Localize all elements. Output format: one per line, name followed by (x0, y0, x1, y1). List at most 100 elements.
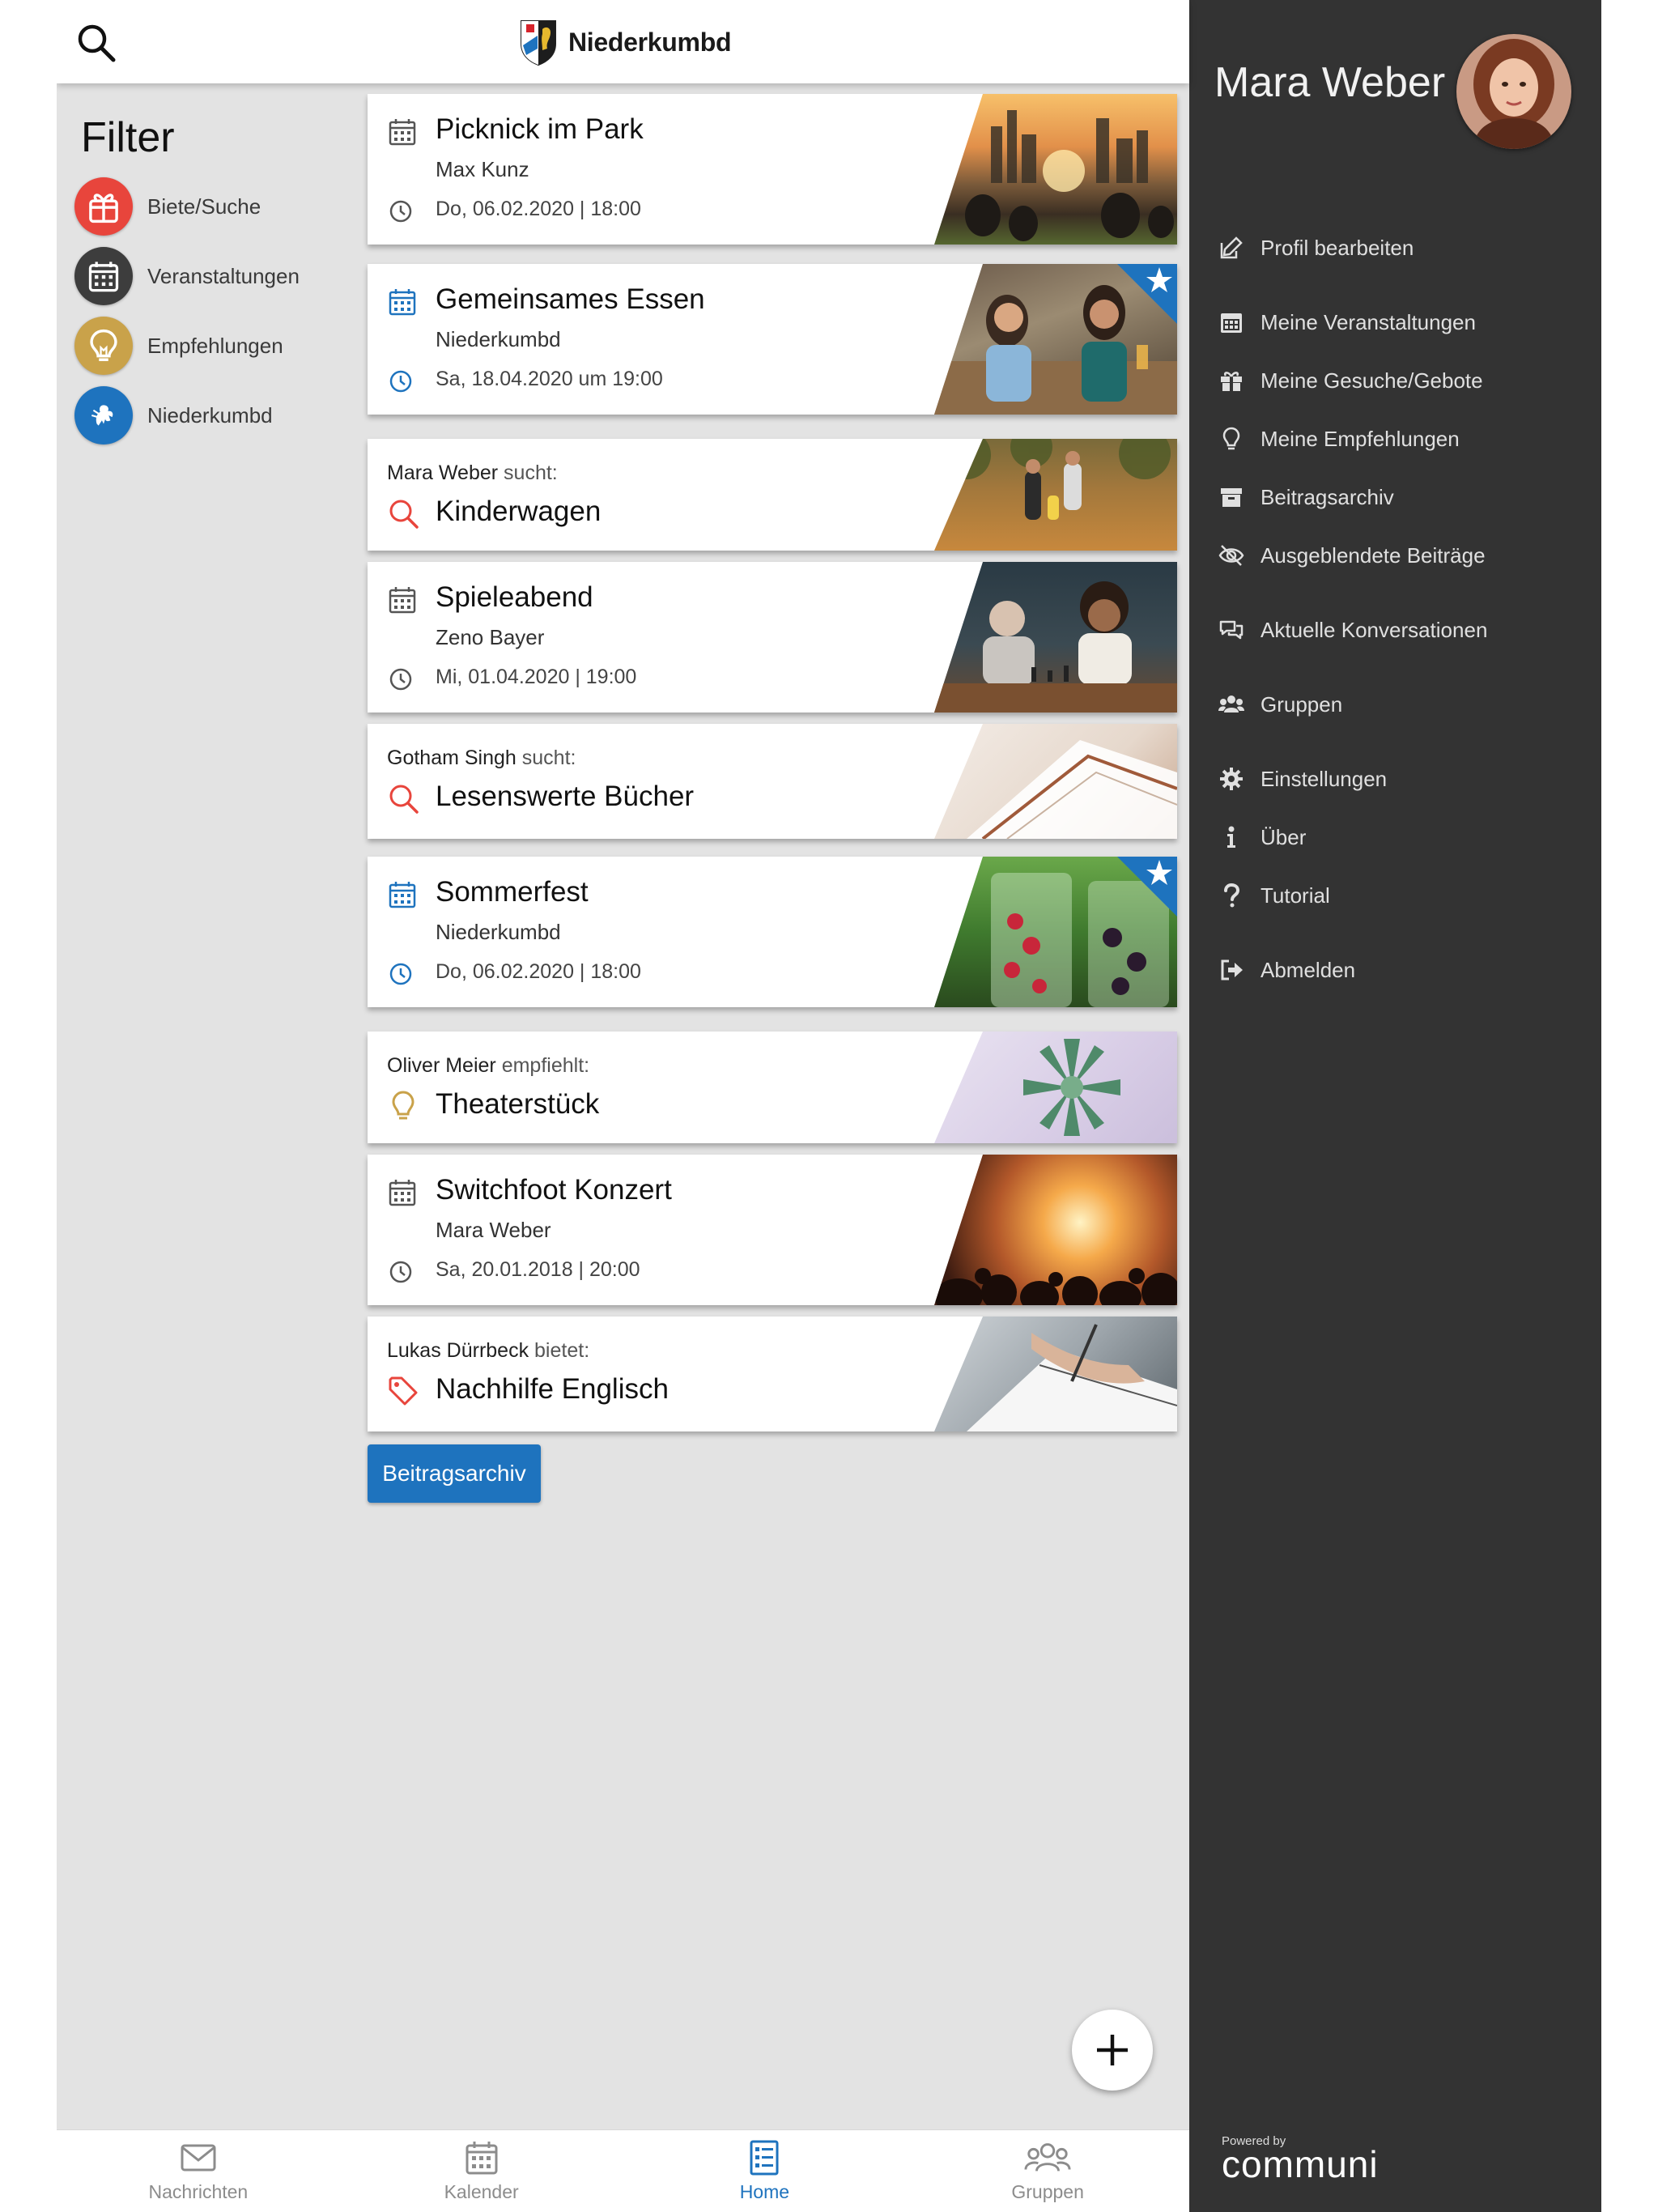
edit-icon (1220, 236, 1243, 259)
offer-author: Gotham Singh sucht: (387, 747, 576, 769)
favorite-star-icon[interactable] (1111, 857, 1177, 923)
nav-label: Nachrichten (148, 2181, 249, 2202)
filter-item-niederkumbd[interactable]: Niederkumbd (74, 381, 366, 450)
offer-author: Mara Weber sucht: (387, 462, 558, 484)
app-name: Niederkumbd (568, 27, 732, 57)
menu-profil-bearbeiten[interactable]: Profil bearbeiten (1218, 230, 1414, 266)
favorite-star-icon[interactable] (1111, 264, 1177, 330)
feed-card-offer[interactable]: Lukas Dürrbeck bietet: Nachhilfe Englisc… (368, 1317, 1177, 1431)
avatar[interactable] (1456, 34, 1571, 149)
info-icon (1227, 826, 1235, 848)
users-icon (1218, 696, 1244, 713)
communi-logo: communi (1222, 2143, 1379, 2185)
card-photo (934, 439, 1177, 551)
card-photo (934, 1317, 1177, 1431)
group-icon (1024, 2143, 1071, 2172)
top-bar: Niederkumbd (57, 0, 1189, 83)
search-icon (389, 500, 419, 529)
card-photo (934, 724, 1177, 839)
side-drawer: Mara Weber Profil bearbeiten Meine Veran… (1189, 0, 1601, 2212)
list-icon (750, 2140, 779, 2176)
nav-nachrichten[interactable]: Nachrichten (57, 2130, 340, 2212)
gift-icon (1221, 372, 1242, 391)
card-photo (934, 562, 1177, 713)
nav-label: Home (739, 2181, 790, 2202)
offer-title: Theaterstück (436, 1088, 600, 1120)
feed-card-event[interactable]: Switchfoot Konzert Mara Weber Sa, 20.01.… (368, 1155, 1177, 1305)
app-brand: Niederkumbd (518, 18, 731, 66)
calendar-icon (389, 119, 416, 146)
event-time: Sa, 18.04.2020 um 19:00 (436, 368, 663, 390)
menu-gruppen[interactable]: Gruppen (1218, 687, 1342, 722)
gear-icon (1220, 768, 1243, 790)
filter-item-label: Veranstaltungen (147, 263, 300, 288)
crest-icon (521, 20, 556, 66)
clock-icon (389, 200, 412, 223)
filter-item-empfehlungen[interactable]: Empfehlungen (74, 311, 366, 381)
menu-tutorial[interactable]: Tutorial (1218, 878, 1330, 913)
feed-list: Picknick im Park Max Kunz Do, 06.02.2020… (368, 94, 1177, 1431)
event-title: Sommerfest (436, 876, 589, 908)
calendar-icon (389, 882, 416, 908)
calendar-icon (74, 247, 133, 305)
feed-card-event[interactable]: Spieleabend Zeno Bayer Mi, 01.04.2020 | … (368, 562, 1177, 713)
feed-card-offer[interactable]: Oliver Meier empfiehlt: Theaterstück (368, 1032, 1177, 1143)
nav-gruppen[interactable]: Gruppen (906, 2130, 1189, 2212)
filter-item-label: Biete/Suche (147, 194, 261, 219)
calendar-icon (389, 289, 416, 316)
user-name: Mara Weber (1214, 59, 1446, 106)
event-time: Do, 06.02.2020 | 18:00 (436, 960, 641, 983)
offer-author: Lukas Dürrbeck bietet: (387, 1339, 590, 1362)
event-time: Mi, 01.04.2020 | 19:00 (436, 666, 637, 688)
event-time: Do, 06.02.2020 | 18:00 (436, 198, 641, 220)
event-title: Gemeinsames Essen (436, 283, 705, 315)
filter-item-label: Empfehlungen (147, 333, 283, 358)
menu-aktuelle-konversationen[interactable]: Aktuelle Konversationen (1218, 612, 1487, 648)
menu-beitragsarchiv[interactable]: Beitragsarchiv (1218, 479, 1394, 515)
clock-icon (389, 370, 412, 393)
offer-title: Kinderwagen (436, 496, 602, 527)
tag-icon (389, 1376, 418, 1406)
calendar-icon (389, 1180, 416, 1206)
calendar-icon (389, 587, 416, 614)
menu-einstellungen[interactable]: Einstellungen (1218, 761, 1387, 797)
archive-button[interactable]: Beitragsarchiv (368, 1444, 541, 1503)
card-photo (934, 1032, 1177, 1143)
plus-icon (1097, 2035, 1128, 2065)
menu-meine-veranstaltungen[interactable]: Meine Veranstaltungen (1218, 304, 1476, 340)
chat-icon (1219, 620, 1244, 640)
main-panel: Niederkumbd Filter Biete/Suche Veranstal… (57, 0, 1189, 2212)
lightbulb-icon (74, 317, 133, 375)
add-post-button[interactable] (1072, 2010, 1153, 2091)
filter-title: Filter (81, 114, 175, 161)
nav-label: Kalender (444, 2181, 519, 2202)
feed-card-event[interactable]: Sommerfest Niederkumbd Do, 06.02.2020 | … (368, 857, 1177, 1007)
feed-card-event[interactable]: Gemeinsames Essen Niederkumbd Sa, 18.04.… (368, 264, 1177, 415)
filter-item-veranstaltungen[interactable]: Veranstaltungen (74, 241, 366, 311)
filter-panel: Filter Biete/Suche Veranstaltungen Empfe… (74, 113, 366, 450)
feed-card-event[interactable]: Picknick im Park Max Kunz Do, 06.02.2020… (368, 94, 1177, 245)
calendar-icon (1221, 313, 1242, 333)
event-host: Mara Weber (436, 1218, 551, 1242)
search-icon[interactable] (76, 23, 117, 63)
feed-card-offer[interactable]: Gotham Singh sucht: Lesenswerte Bücher (368, 724, 1177, 839)
lightbulb-icon (1222, 427, 1240, 450)
archive-icon (1221, 488, 1242, 507)
offer-author: Oliver Meier empfiehlt: (387, 1054, 590, 1077)
menu-ausgeblendete-beitraege[interactable]: Ausgeblendete Beiträge (1218, 538, 1486, 573)
menu-ueber[interactable]: Über (1218, 819, 1306, 855)
filter-item-label: Niederkumbd (147, 402, 273, 428)
question-icon (1224, 883, 1240, 908)
feed-card-offer[interactable]: Mara Weber sucht: Kinderwagen (368, 439, 1177, 551)
nav-home[interactable]: Home (623, 2130, 907, 2212)
menu-meine-empfehlungen[interactable]: Meine Empfehlungen (1218, 421, 1460, 457)
nav-kalender[interactable]: Kalender (340, 2130, 623, 2212)
nav-label: Gruppen (1011, 2181, 1084, 2202)
calendar-icon (466, 2142, 498, 2175)
card-photo (934, 94, 1177, 245)
bottom-navigation: Nachrichten Kalender Home Gruppen (57, 2129, 1189, 2212)
menu-meine-gesuche-gebote[interactable]: Meine Gesuche/Gebote (1218, 363, 1483, 398)
event-title: Picknick im Park (436, 113, 644, 145)
menu-abmelden[interactable]: Abmelden (1218, 952, 1355, 988)
filter-item-biete-suche[interactable]: Biete/Suche (74, 172, 366, 241)
